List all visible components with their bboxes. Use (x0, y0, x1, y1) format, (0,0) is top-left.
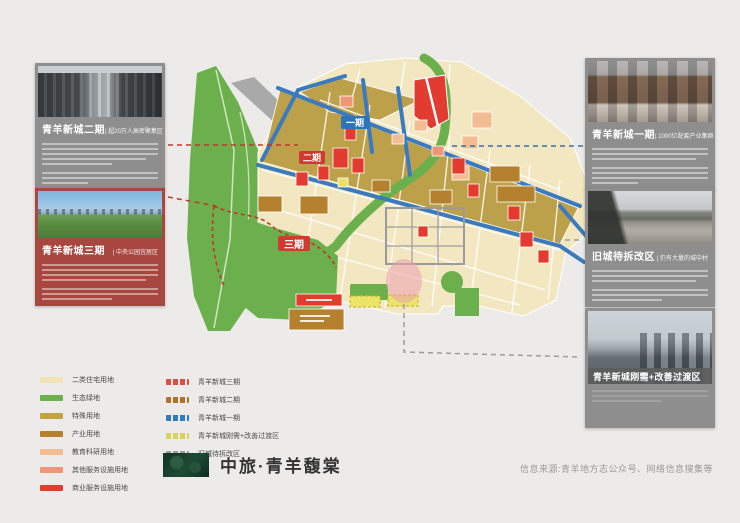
legend-column-landuse: 二类住宅用地生态绿地特殊用地产业用地教育科研用地其他服务设施用地商业服务设施用地 (40, 375, 128, 501)
logo-image (163, 453, 209, 477)
card-phase2: 青羊新城二期 | 超20万人高密聚集区 (35, 63, 165, 190)
legend-label: 青羊新城刚需+改善过渡区 (198, 431, 279, 441)
source-note: 信息来源:青羊地方志公众号、网络信息搜集等 (520, 462, 713, 475)
legend-item: 商业服务设施用地 (40, 483, 128, 493)
card-title: 青羊新城三期 (42, 242, 105, 257)
legend-item: 二类住宅用地 (40, 375, 128, 385)
legend-item: 青羊新城二期 (166, 395, 279, 405)
legend-label: 青羊新城二期 (198, 395, 240, 405)
legend-label: 二类住宅用地 (72, 375, 114, 385)
phase3-label: 三期 (278, 236, 310, 251)
card-title: 青羊新城一期 (592, 126, 655, 141)
brand-logo: 中旅·青羊馥棠 (163, 452, 342, 477)
card-body-text (588, 264, 712, 301)
legend-label: 特殊用地 (72, 411, 100, 421)
legend-label: 青羊新城一期 (198, 413, 240, 423)
card-phase1: 青羊新城一期 | 1000亿配套产业集群 (585, 58, 715, 190)
legend-item: 生态绿地 (40, 393, 128, 403)
mixed-parcel (338, 178, 348, 187)
legend-item: 教育科研用地 (40, 447, 128, 457)
phase2-label: 二期 (299, 151, 325, 164)
commercial-parcel-text (306, 299, 332, 301)
card-title: 旧城待拆改区 (592, 248, 655, 263)
legend-item: 其他服务设施用地 (40, 465, 128, 475)
legend-swatch (166, 415, 189, 421)
logo-text: 中旅·青羊馥棠 (220, 452, 342, 477)
legend-label: 青羊新城三期 (198, 377, 240, 387)
photo-oldtown (588, 191, 712, 244)
legend-swatch (40, 431, 63, 437)
legend-swatch (40, 377, 63, 383)
site-highlight-ellipse (386, 259, 422, 303)
card-body-text (588, 142, 712, 184)
legend-swatch (40, 467, 63, 473)
card-phase3: 青羊新城三期 | 中央公园宜居区 (35, 188, 165, 306)
legend-swatch (166, 379, 189, 385)
card-body-text (38, 258, 162, 300)
svg-text:二期: 二期 (303, 152, 321, 163)
card-subtitle: | 仍有大量的城中村 (657, 253, 708, 262)
legend-label: 生态绿地 (72, 393, 100, 403)
card-title: 青羊新城二期 (42, 121, 105, 136)
card-title: 青羊新城刚需+改善过渡区 (593, 370, 701, 383)
photo-phase2 (38, 66, 162, 117)
card-subtitle: | 中央公园宜居区 (113, 247, 158, 256)
legend-item: 青羊新城三期 (166, 377, 279, 387)
photo-phase3 (38, 191, 162, 238)
photo-transition: 青羊新城刚需+改善过渡区 (588, 311, 712, 384)
legend-item: 特殊用地 (40, 411, 128, 421)
photo-phase1 (588, 61, 712, 122)
legend-item: 青羊新城刚需+改善过渡区 (166, 431, 279, 441)
card-body-text (588, 384, 712, 402)
svg-text:三期: 三期 (284, 238, 304, 251)
legend-swatch (40, 395, 63, 401)
legend-item: 产业用地 (40, 429, 128, 439)
svg-text:一期: 一期 (346, 117, 364, 128)
card-oldtown: 旧城待拆改区 | 仍有大量的城中村 (585, 188, 715, 307)
legend-label: 教育科研用地 (72, 447, 114, 457)
legend-swatch (166, 397, 189, 403)
legend-swatch (166, 433, 189, 439)
legend-swatch (40, 449, 63, 455)
card-transition: 青羊新城刚需+改善过渡区 (585, 308, 715, 428)
card-subtitle: | 超20万人高密聚集区 (105, 126, 163, 135)
poster-canvas: 一期 二期 三期 青羊新城二期 | 超20万人高密聚集区 青羊新城三期 | 中央… (0, 0, 740, 523)
card-body-text (38, 137, 162, 184)
legend-label: 商业服务设施用地 (72, 483, 128, 493)
legend-swatch (40, 485, 63, 491)
phase1-label: 一期 (341, 116, 369, 129)
legend-label: 产业用地 (72, 429, 100, 439)
legend-label: 其他服务设施用地 (72, 465, 128, 475)
legend-swatch (40, 413, 63, 419)
legend-item: 青羊新城一期 (166, 413, 279, 423)
card-subtitle: | 1000亿配套产业集群 (655, 131, 714, 140)
